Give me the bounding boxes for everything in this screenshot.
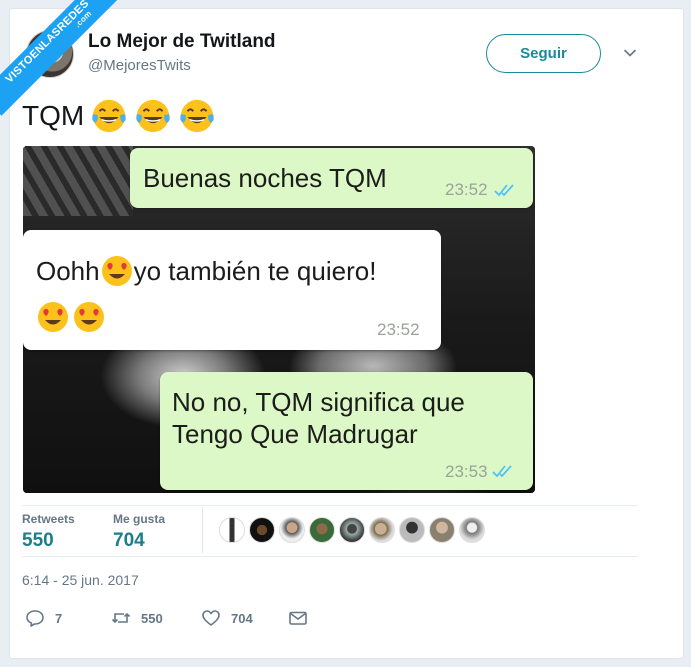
tweet-media-image[interactable]: Buenas noches TQM 23:52 Oohh yo también … — [23, 146, 535, 493]
watermark: VISTOENLASREDES .com — [0, 0, 120, 120]
liker-avatar[interactable] — [219, 517, 245, 543]
reply-button[interactable]: 7 — [25, 608, 62, 628]
stats-separator — [202, 507, 203, 553]
message-time: 23:52 — [445, 180, 488, 199]
chevron-down-icon[interactable] — [622, 45, 638, 61]
retweets-count: 550 — [22, 530, 54, 551]
direct-message-button[interactable] — [288, 608, 308, 628]
double-check-icon — [494, 184, 514, 197]
watermark-text: VISTOENLASREDES — [3, 0, 92, 86]
laughing-tears-emoji-icon — [180, 99, 214, 133]
message-line-2: Tengo Que Madrugar — [172, 419, 418, 449]
retweets-label: Retweets — [22, 512, 75, 526]
retweet-count: 550 — [141, 610, 163, 626]
chat-bubble-outgoing: No no, TQM significa que Tengo Que Madru… — [160, 372, 533, 490]
liker-avatar[interactable] — [249, 517, 275, 543]
tweet-timestamp[interactable]: 6:14 - 25 jun. 2017 — [22, 572, 139, 588]
likes-count: 704 — [113, 530, 145, 551]
message-line-1: No no, TQM significa que — [172, 387, 465, 417]
heart-eyes-emoji-icon — [74, 302, 104, 332]
message-text: Oohh yo también te quiero! — [36, 254, 376, 288]
message-text-start: Oohh — [36, 256, 100, 286]
chat-bubble-outgoing: Buenas noches TQM 23:52 — [130, 148, 533, 208]
liker-avatar[interactable] — [429, 517, 455, 543]
likes-label: Me gusta — [113, 512, 166, 526]
liker-avatar[interactable] — [369, 517, 395, 543]
message-time: 23:52 — [377, 320, 420, 339]
watermark-suffix: .com — [73, 8, 94, 30]
chat-bubble-incoming: Oohh yo también te quiero! 23:52 — [23, 230, 441, 350]
emoji-row — [36, 300, 106, 334]
envelope-icon — [289, 611, 307, 625]
liker-avatar[interactable] — [339, 517, 365, 543]
like-button[interactable]: 704 — [201, 608, 253, 628]
liker-avatar[interactable] — [459, 517, 485, 543]
liker-avatar[interactable] — [309, 517, 335, 543]
retweets-stat[interactable]: Retweets 550 — [22, 512, 75, 552]
heart-icon — [202, 610, 220, 626]
message-time: 23:53 — [445, 462, 488, 481]
divider — [22, 556, 638, 557]
double-check-icon — [492, 465, 512, 478]
watermark-ribbon: VISTOENLASREDES .com — [0, 0, 120, 116]
follow-button[interactable]: Seguir — [486, 34, 601, 73]
heart-eyes-emoji-icon — [101, 256, 132, 286]
message-text: No no, TQM significa que Tengo Que Madru… — [172, 386, 465, 450]
heart-eyes-emoji-icon — [38, 302, 68, 332]
likes-stat[interactable]: Me gusta 704 — [113, 512, 165, 552]
reply-icon — [26, 610, 44, 627]
liker-avatar[interactable] — [279, 517, 305, 543]
watch-strap-background — [23, 146, 133, 216]
retweet-icon — [111, 612, 131, 624]
liker-avatar[interactable] — [399, 517, 425, 543]
laughing-tears-emoji-icon — [136, 99, 170, 133]
message-text-end: yo también te quiero! — [133, 256, 377, 286]
message-text: Buenas noches TQM — [143, 163, 387, 193]
reply-count: 7 — [55, 610, 63, 626]
likers-avatars — [219, 517, 485, 543]
divider — [22, 505, 638, 506]
retweet-button[interactable]: 550 — [111, 608, 163, 628]
like-count: 704 — [231, 610, 253, 626]
